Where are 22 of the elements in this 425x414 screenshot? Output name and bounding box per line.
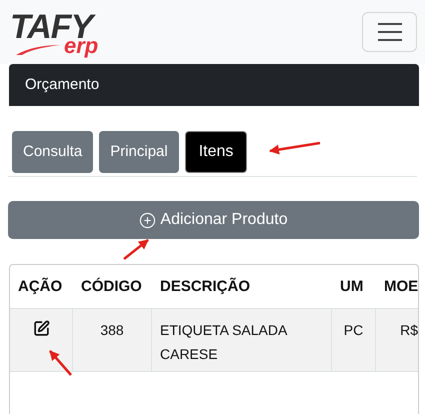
column-header: UM bbox=[340, 278, 364, 294]
plus-icon bbox=[139, 212, 156, 228]
tab[interactable]: Consulta bbox=[12, 131, 94, 173]
table-cell: R$ bbox=[400, 322, 418, 338]
table-cell: 388 bbox=[100, 322, 124, 338]
table-cell: ETIQUETA SALADA CARESE bbox=[160, 322, 287, 362]
column-header: DESCRIÇÃO bbox=[160, 278, 250, 294]
tab[interactable]: Principal bbox=[99, 131, 179, 173]
menu-button[interactable] bbox=[362, 12, 417, 52]
column-header: CÓDIGO bbox=[81, 278, 142, 294]
annotation-arrow bbox=[49, 350, 72, 376]
tab[interactable]: Itens bbox=[184, 131, 248, 173]
annotation-arrow bbox=[123, 239, 149, 260]
annotation-arrow bbox=[269, 142, 320, 155]
card-title: Orçamento bbox=[25, 74, 100, 95]
table-cell: PC bbox=[344, 322, 364, 338]
swoosh-icon bbox=[16, 45, 60, 55]
column-header: AÇÃO bbox=[18, 278, 62, 294]
add-product-button[interactable]: Adicionar Produto bbox=[8, 201, 419, 239]
menu-icon bbox=[378, 23, 402, 41]
edit-icon[interactable] bbox=[32, 319, 50, 337]
column-header: MOE bbox=[384, 278, 418, 294]
